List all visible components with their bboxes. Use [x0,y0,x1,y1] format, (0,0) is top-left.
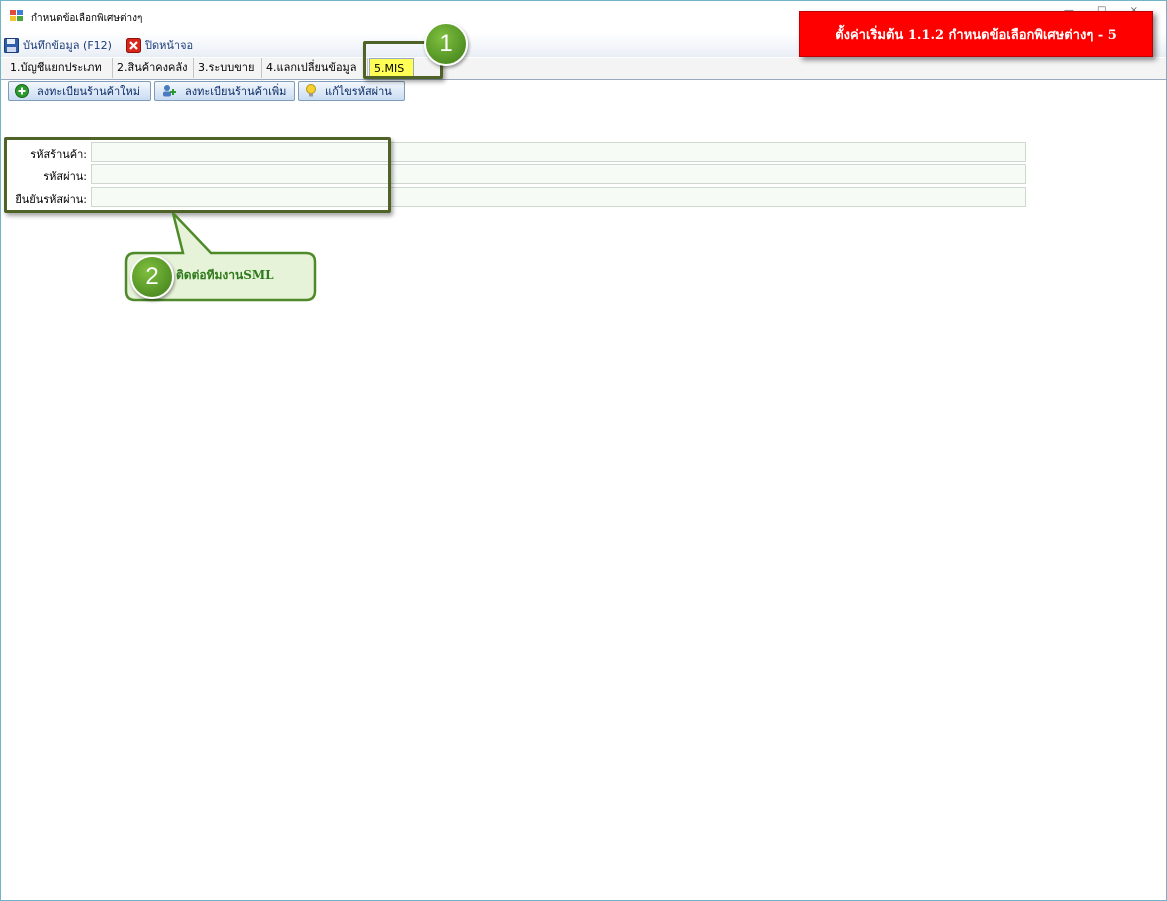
floppy-disk-icon [4,37,19,53]
action-bar: ลงทะเบียนร้านค้าใหม่ ลงทะเบียนร้านค้าเพิ… [1,80,1166,106]
register-new-shop-label: ลงทะเบียนร้านค้าใหม่ [37,85,140,98]
callout-text: ติดต่อทีมงานSML [176,268,274,282]
register-more-shop-label: ลงทะเบียนร้านค้าเพิ่ม [185,85,287,98]
tab-sales-system[interactable]: 3.ระบบขาย [194,58,262,78]
close-screen-button[interactable]: ปิดหน้าจอ [126,36,193,54]
tab-strip: 1.บัญชีแยกประเภท 2.สินค้าคงคลัง 3.ระบบขา… [1,58,1166,80]
step-banner-text: ตั้งค่าเริ่มต้น 1.1.2 กำหนดข้อเลือกพิเศษ… [835,27,1117,43]
app-window-icon [10,10,23,21]
step-banner: ตั้งค่าเริ่มต้น 1.1.2 กำหนดข้อเลือกพิเศษ… [799,11,1153,57]
edit-password-button[interactable]: แก้ไขรหัสผ่าน [298,81,405,101]
edit-password-label: แก้ไขรหัสผ่าน [325,85,392,98]
register-more-shop-button[interactable]: ลงทะเบียนร้านค้าเพิ่ม [154,81,295,101]
close-screen-label: ปิดหน้าจอ [145,39,194,52]
close-icon [126,37,141,53]
tab-data-exchange[interactable]: 4.แลกเปลี่ยนข้อมูล [262,58,368,78]
tab-general-ledger[interactable]: 1.บัญชีแยกประเภท [6,58,113,78]
register-new-shop-button[interactable]: ลงทะเบียนร้านค้าใหม่ [8,81,151,101]
form-highlight-box [4,137,391,213]
step-badge-2: 2 [130,255,174,299]
save-button-label: บันทึกข้อมูล (F12) [23,39,112,52]
window-title: กำหนดข้อเลือกพิเศษต่างๆ [31,13,143,24]
step-badge-1: 1 [424,22,468,66]
tab-inventory[interactable]: 2.สินค้าคงคลัง [113,58,194,78]
save-button[interactable]: บันทึกข้อมูล (F12) [4,36,112,54]
settings-window: กำหนดข้อเลือกพิเศษต่างๆ — □ × บันทึกข้อม… [0,0,1167,901]
plus-circle-icon [15,84,29,98]
lightbulb-icon [306,84,316,97]
add-users-icon [163,85,176,97]
